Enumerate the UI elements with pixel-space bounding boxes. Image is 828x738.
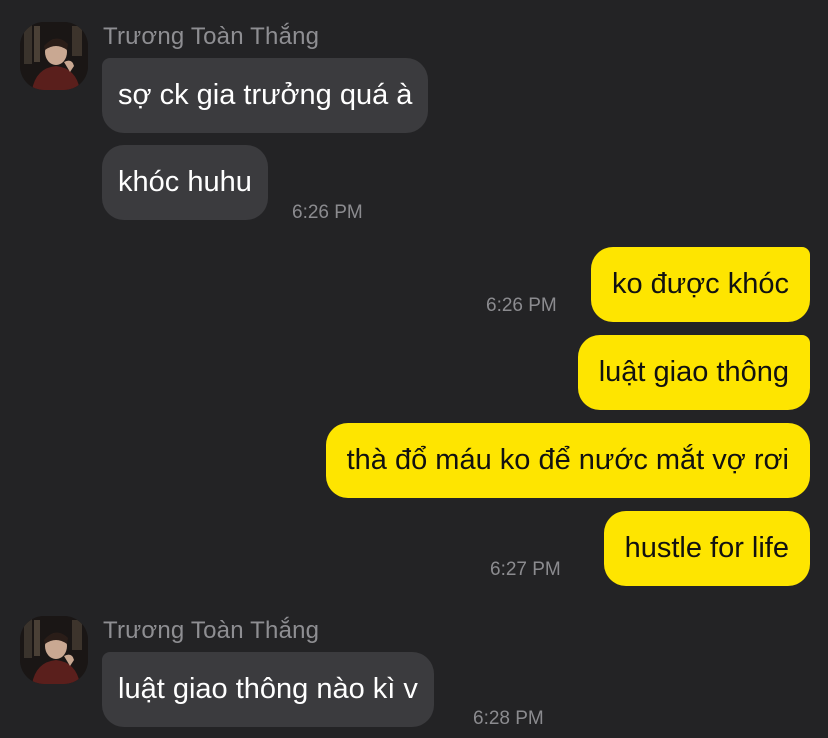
message-timestamp: 6:26 PM <box>292 202 363 223</box>
avatar-photo-icon <box>20 616 88 684</box>
message-timestamp: 6:27 PM <box>490 559 561 580</box>
incoming-message[interactable]: luật giao thông nào kì v <box>102 652 434 727</box>
avatar-photo-icon <box>20 22 88 90</box>
avatar[interactable] <box>20 22 88 90</box>
message-timestamp: 6:26 PM <box>486 295 557 316</box>
sender-name: Trương Toàn Thắng <box>103 23 320 50</box>
outgoing-message[interactable]: hustle for life <box>603 511 810 586</box>
outgoing-message[interactable]: luật giao thông <box>577 335 810 410</box>
sender-name: Trương Toàn Thắng <box>103 617 320 644</box>
outgoing-message[interactable]: ko được khóc <box>590 247 810 322</box>
avatar[interactable] <box>20 616 88 684</box>
incoming-message[interactable]: khóc huhu <box>102 145 268 220</box>
incoming-message[interactable]: sợ ck gia trưởng quá à <box>102 58 429 133</box>
outgoing-message[interactable]: thà đổ máu ko để nước mắt vợ rơi <box>325 423 810 498</box>
message-timestamp: 6:28 PM <box>473 708 544 729</box>
